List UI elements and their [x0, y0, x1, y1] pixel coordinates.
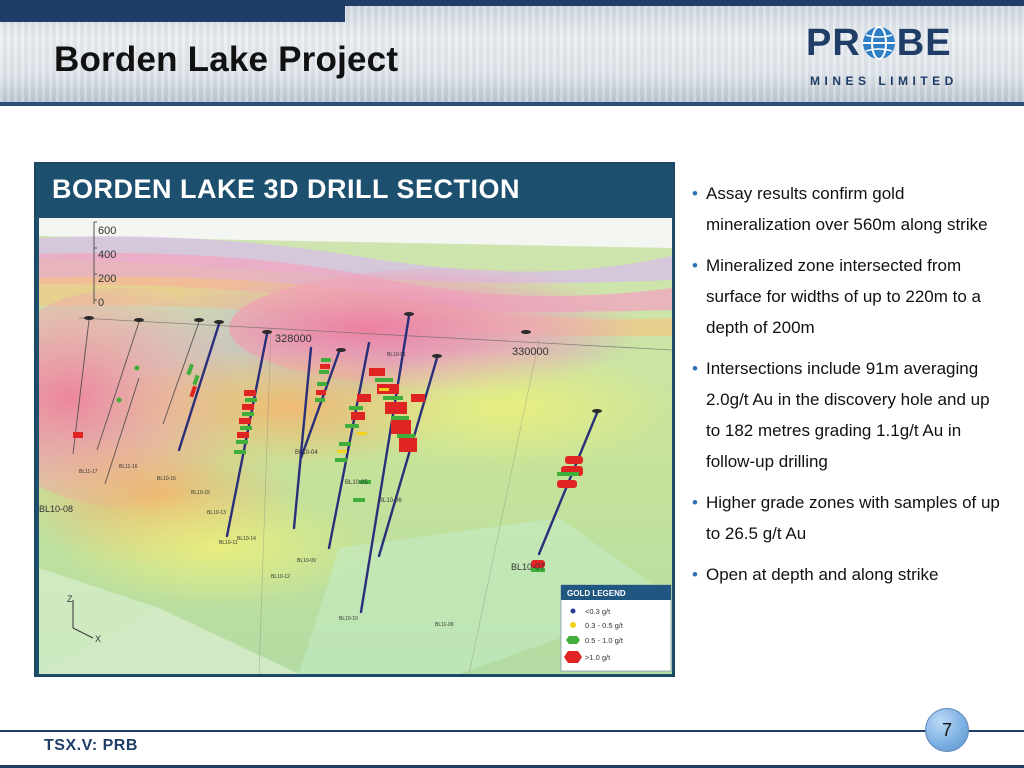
hole-label: BL10-11 [219, 540, 238, 546]
drill-section-figure: BORDEN LAKE 3D DRILL SECTION 600 400 200… [34, 162, 675, 677]
hole-label: BL10-07 [511, 562, 545, 572]
bullet-dot-icon: • [692, 256, 698, 275]
bullet-dot-icon: • [692, 565, 698, 584]
legend-label: >1.0 g/t [585, 653, 611, 662]
header-top-accent [0, 0, 345, 22]
legend-label: 0.5 - 1.0 g/t [585, 636, 624, 645]
legend-label: <0.3 g/t [585, 607, 611, 616]
hole-label: BL10-12 [271, 574, 290, 580]
legend-swatch-low [570, 608, 576, 614]
axis-label-z: Z [67, 594, 73, 604]
axis-label-x: X [95, 634, 101, 644]
bullet-text: Higher grade zones with samples of up to… [706, 493, 1000, 543]
key-points-list: • Assay results confirm gold mineralizati… [692, 178, 1002, 600]
coordinate-label: 328000 [275, 333, 312, 345]
hole-label: BL10-08 [39, 504, 73, 514]
hole-label: BL11-16 [119, 464, 138, 470]
hole-label: BL10-06 [379, 498, 402, 504]
logo-wordmark: PR BE [806, 22, 952, 64]
elevation-tick: 400 [98, 249, 116, 261]
elevation-tick: 0 [98, 297, 104, 309]
hole-label: BL10-13 [207, 510, 226, 516]
drill-section-3d-scene: 600 400 200 0 328000 330000 BL10-08 BL10… [39, 218, 672, 674]
elevation-tick: 600 [98, 225, 116, 237]
footer-divider [0, 730, 1024, 732]
legend-label: 0.3 - 0.5 g/t [585, 621, 624, 630]
bullet-text: Mineralized zone intersected from surfac… [706, 256, 981, 337]
bullet-text: Open at depth and along strike [706, 565, 939, 584]
logo-word-left: PR [806, 22, 861, 64]
page-number-badge: 7 [925, 708, 969, 752]
page-title: Borden Lake Project [54, 40, 399, 79]
stock-ticker: TSX.V: PRB [44, 737, 138, 754]
probe-mines-logo: PR BE MINES LIMITED [806, 22, 981, 92]
bullet-item: • Intersections include 91m averaging 2.0… [692, 353, 1002, 477]
bullet-item: • Mineralized zone intersected from surfa… [692, 250, 1002, 343]
hole-label: BL11-09 [435, 622, 454, 628]
bullet-text: Intersections include 91m averaging 2.0g… [706, 359, 990, 471]
hole-label: BL10-04 [295, 450, 318, 456]
elevation-tick: 200 [98, 273, 116, 285]
figure-title: BORDEN LAKE 3D DRILL SECTION [52, 174, 521, 204]
logo-word-right: BE [896, 22, 952, 64]
logo-subtitle: MINES LIMITED [810, 74, 958, 88]
bullet-item: • Open at depth and along strike [692, 559, 1002, 590]
bullet-text: Assay results confirm gold mineralizatio… [706, 184, 988, 234]
hole-label: BL10-01 [387, 352, 406, 358]
hole-label: BL10-15 [191, 490, 210, 496]
hole-label: BL10-05 [345, 480, 368, 486]
hole-label: BL11-17 [79, 469, 98, 475]
bullet-item: • Higher grade zones with samples of up t… [692, 487, 1002, 549]
hole-label: BL10-09 [297, 558, 316, 564]
hole-label: BL10-16 [157, 476, 176, 482]
legend-title: GOLD LEGEND [567, 589, 626, 598]
hole-label: BL10-10 [339, 616, 358, 622]
legend-swatch-mid-low [570, 622, 576, 628]
header-bottom-line [0, 102, 1024, 106]
gold-legend: GOLD LEGEND <0.3 g/t 0.3 - 0.5 g/t 0.5 -… [560, 584, 672, 672]
globe-icon [862, 26, 895, 60]
coordinate-label: 330000 [512, 346, 549, 358]
bullet-dot-icon: • [692, 184, 698, 203]
hole-label: BL10-14 [237, 536, 256, 542]
bullet-item: • Assay results confirm gold mineralizati… [692, 178, 1002, 240]
bullet-dot-icon: • [692, 359, 698, 378]
bullet-dot-icon: • [692, 493, 698, 512]
